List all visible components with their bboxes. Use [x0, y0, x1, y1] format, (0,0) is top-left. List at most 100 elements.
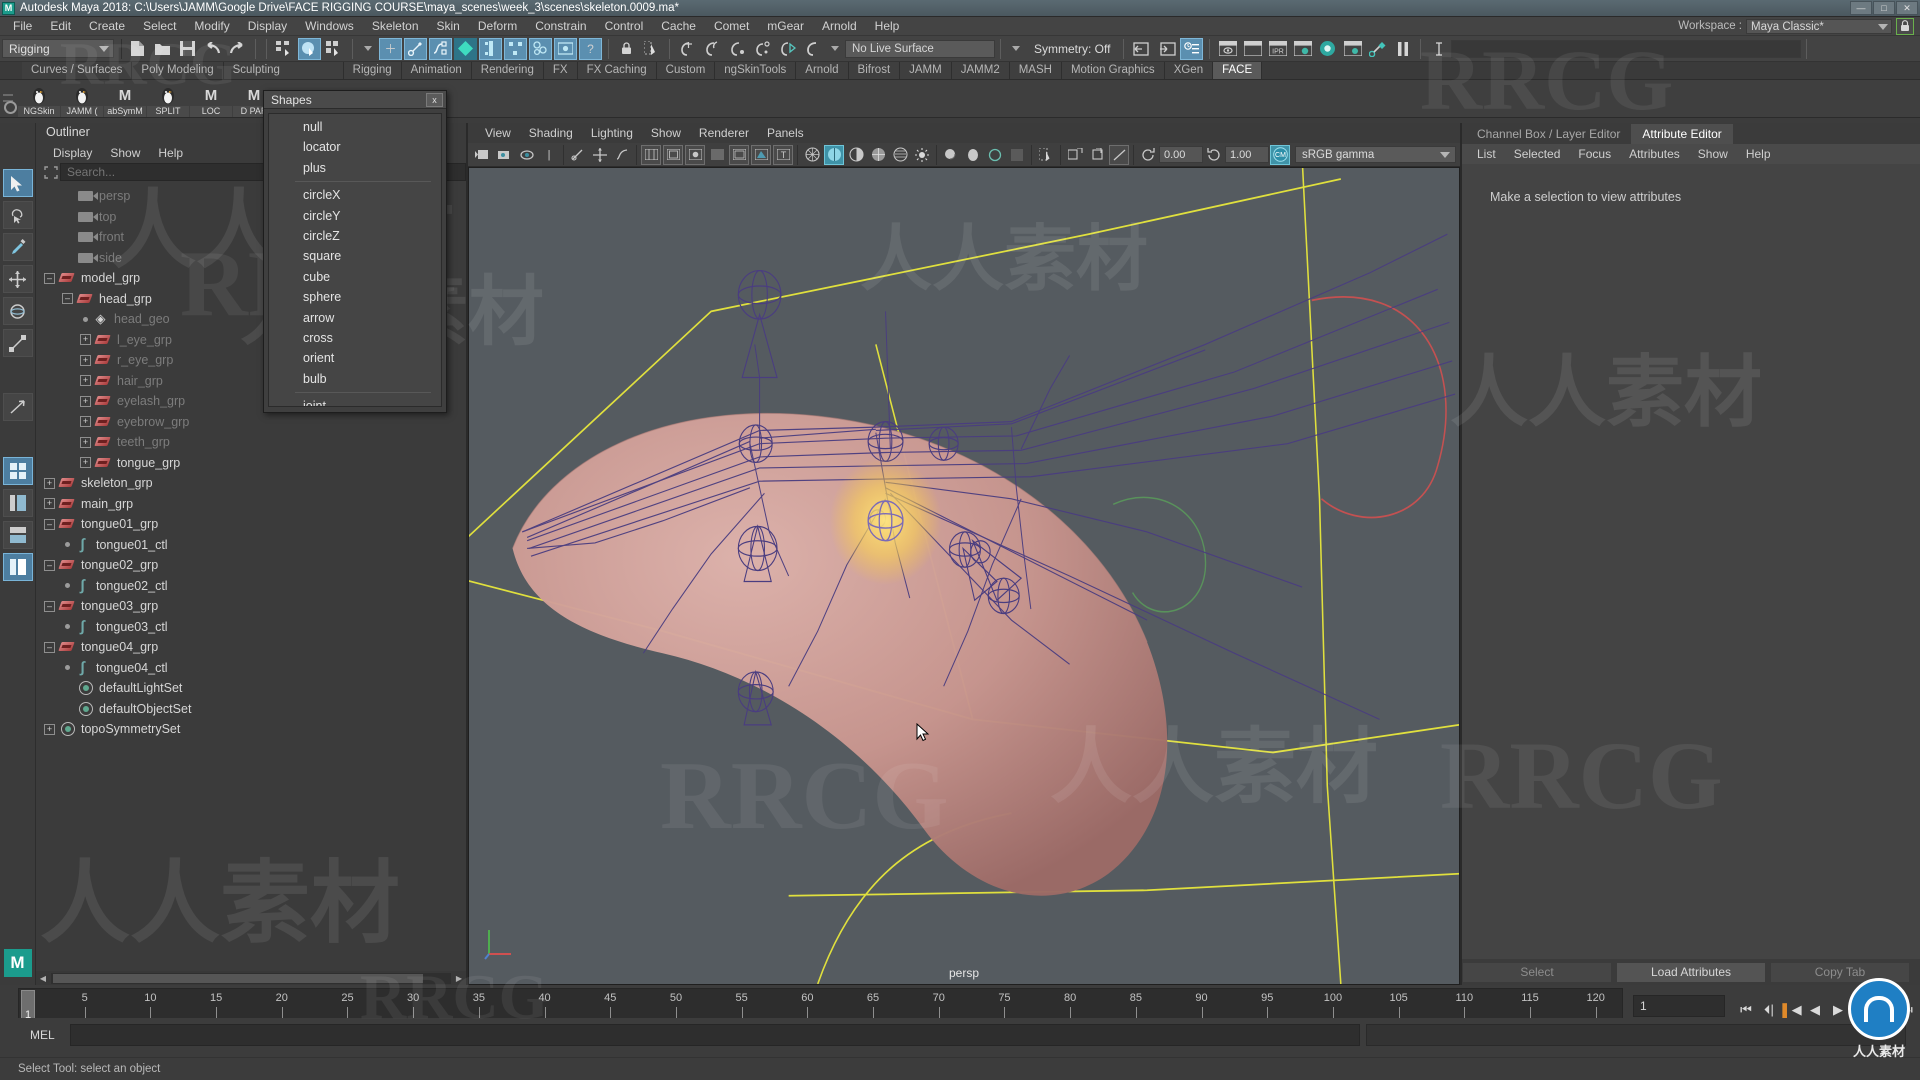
expand-toggle[interactable]: + — [44, 724, 55, 735]
select-mask-help-button[interactable]: ? — [579, 38, 602, 60]
outliner-item-skeleton-grp[interactable]: +skeleton_grp — [36, 473, 466, 494]
shapes-item-bulb[interactable]: bulb — [269, 369, 441, 389]
shapes-dialog-close-button[interactable]: x — [426, 93, 443, 107]
exposure-value-field[interactable]: 0.00 — [1159, 146, 1203, 163]
render-view-button[interactable] — [1341, 38, 1364, 60]
select-surfaces-mask-button[interactable] — [454, 38, 477, 60]
viewport-3d-canvas[interactable]: persp — [468, 167, 1460, 985]
shelf-button-loc[interactable]: M LOC — [190, 81, 232, 117]
snap-to-view-plane-button[interactable] — [776, 38, 799, 60]
bookmarks-icon[interactable] — [517, 145, 537, 165]
xray-icon[interactable] — [890, 145, 910, 165]
image-plane-icon[interactable]: | — [539, 145, 559, 165]
menu-control[interactable]: Control — [596, 17, 653, 36]
shapes-item-circlex[interactable]: circleX — [269, 185, 441, 205]
menu-cache[interactable]: Cache — [652, 17, 705, 36]
snap-to-point-button[interactable] — [726, 38, 749, 60]
time-slider[interactable]: 1 51015202530354045505560657075808590951… — [18, 988, 1623, 1022]
collapse-toggle[interactable]: – — [44, 642, 55, 653]
ae-menu-show[interactable]: Show — [1689, 145, 1737, 164]
rotate-tool-button[interactable] — [3, 297, 33, 325]
shelf-tab-rendering[interactable]: Rendering — [472, 62, 544, 79]
command-input[interactable] — [70, 1024, 1360, 1046]
shelf-button-jamm[interactable]: JAMM ( — [61, 81, 103, 117]
snap-to-projected-center-button[interactable] — [751, 38, 774, 60]
shade-half-icon[interactable] — [846, 145, 866, 165]
outliner-item-tongue-grp[interactable]: +tongue_grp — [36, 453, 466, 474]
tab-channel-box-layer-editor[interactable]: Channel Box / Layer Editor — [1466, 124, 1631, 144]
current-frame-field[interactable]: 1 — [1633, 995, 1725, 1017]
menu-arnold[interactable]: Arnold — [813, 17, 866, 36]
outliner-item-tongue04-grp[interactable]: –tongue04_grp — [36, 637, 466, 658]
outliner-menu-display[interactable]: Display — [44, 144, 101, 162]
open-editor-left-button[interactable] — [1130, 38, 1153, 60]
ipr-render-button[interactable]: IPR — [1266, 38, 1289, 60]
film-gate-icon[interactable] — [641, 145, 661, 165]
move-tool-button[interactable] — [3, 265, 33, 293]
shelf-tab-mash[interactable]: MASH — [1010, 62, 1062, 79]
select-by-object-type-button[interactable] — [298, 38, 321, 60]
paint-selection-tool-button[interactable] — [3, 233, 33, 261]
outliner-menu-show[interactable]: Show — [101, 144, 149, 162]
render-current-frame-button[interactable] — [1216, 38, 1239, 60]
load-attributes-button[interactable]: Load Attributes — [1616, 962, 1766, 983]
wireframe-on-shaded-icon[interactable] — [868, 145, 888, 165]
ae-menu-attributes[interactable]: Attributes — [1620, 145, 1689, 164]
shapes-item-plus[interactable]: plus — [269, 158, 441, 178]
select-handle-mask-button[interactable]: ＋ — [379, 38, 402, 60]
menu-modify[interactable]: Modify — [185, 17, 238, 36]
scroll-track[interactable] — [51, 973, 451, 984]
workspace-select[interactable]: Maya Classic* — [1746, 19, 1892, 34]
exposure-adjust-icon[interactable] — [1138, 145, 1158, 165]
menu-deform[interactable]: Deform — [469, 17, 526, 36]
minimize-button[interactable]: — — [1850, 1, 1872, 15]
shapes-item-circley[interactable]: circleY — [269, 206, 441, 226]
smooth-shade-all-icon[interactable] — [824, 145, 844, 165]
field-chart-icon[interactable] — [685, 145, 705, 165]
select-rendering-mask-button[interactable] — [529, 38, 552, 60]
chevron-down-icon[interactable] — [831, 46, 839, 51]
light-editor-button[interactable] — [1366, 38, 1389, 60]
ae-menu-selected[interactable]: Selected — [1505, 145, 1570, 164]
shelf-tab-animation[interactable]: Animation — [402, 62, 472, 79]
expand-toggle[interactable]: + — [44, 478, 55, 489]
shelf-tab-jamm2[interactable]: JAMM2 — [952, 62, 1010, 79]
grid-icon[interactable] — [590, 145, 610, 165]
exposure-icon[interactable] — [751, 145, 771, 165]
shelf-tab-jamm[interactable]: JAMM — [900, 62, 952, 79]
shelf-button-ngskin[interactable]: NGSkin — [18, 81, 60, 117]
chevron-down-icon[interactable] — [364, 46, 372, 51]
expand-toggle[interactable]: + — [80, 334, 91, 345]
hypershade-button[interactable] — [1316, 38, 1339, 60]
shapes-item-null[interactable]: null — [269, 117, 441, 137]
color-management-select[interactable]: sRGB gamma — [1295, 146, 1456, 163]
outliner-item-tongue04-ctl[interactable]: ∫tongue04_ctl — [36, 658, 466, 679]
select-curves-mask-button[interactable] — [429, 38, 452, 60]
shapes-item-orient[interactable]: orient — [269, 348, 441, 368]
two-d-pan-zoom-icon[interactable] — [568, 145, 588, 165]
expand-toggle[interactable]: + — [80, 355, 91, 366]
outliner-item-defaultObjectSet[interactable]: defaultObjectSet — [36, 699, 466, 720]
menu-file[interactable]: File — [4, 17, 41, 36]
shelf-options-icon[interactable] — [4, 101, 17, 114]
select-button[interactable]: Select — [1462, 962, 1612, 983]
isolate-select-icon[interactable] — [1036, 145, 1056, 165]
outliner-item-tongue02-ctl[interactable]: ∫tongue02_ctl — [36, 576, 466, 597]
open-attribute-editor-button[interactable] — [1180, 38, 1203, 60]
viewport-menu-renderer[interactable]: Renderer — [690, 124, 758, 143]
shapes-dialog[interactable]: Shapes x nulllocatorpluscircleXcircleYci… — [263, 90, 447, 413]
open-scene-button[interactable] — [151, 38, 174, 60]
menu-help[interactable]: Help — [866, 17, 909, 36]
scroll-left-icon[interactable]: ◀ — [36, 972, 50, 985]
expand-toggle[interactable]: + — [80, 457, 91, 468]
xray-active-components-icon[interactable] — [1087, 145, 1107, 165]
command-search-field[interactable] — [1451, 40, 1801, 58]
outliner-item-tongue01-ctl[interactable]: ∫tongue01_ctl — [36, 535, 466, 556]
shapes-item-circlez[interactable]: circleZ — [269, 226, 441, 246]
outliner-menu-help[interactable]: Help — [149, 144, 192, 162]
menu-select[interactable]: Select — [134, 17, 185, 36]
workspace-lock-button[interactable] — [1896, 18, 1914, 35]
select-tool-button[interactable] — [3, 169, 33, 197]
chevron-down-icon[interactable] — [1012, 46, 1020, 51]
select-deformers-mask-button[interactable] — [479, 38, 502, 60]
